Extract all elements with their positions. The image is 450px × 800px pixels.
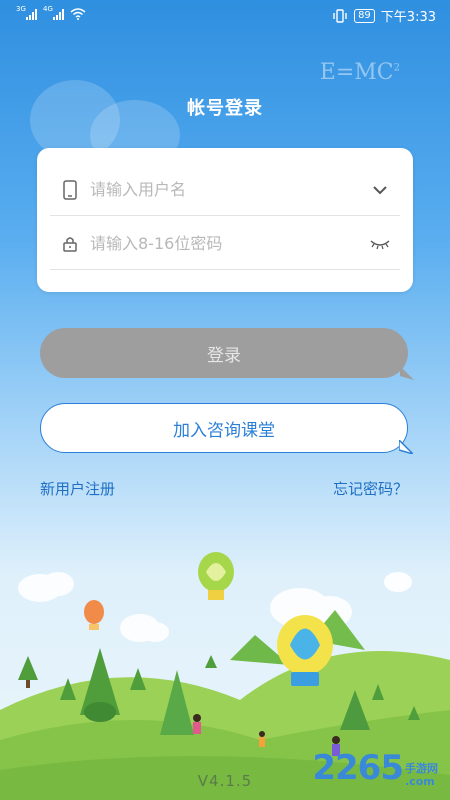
eye-closed-icon[interactable] bbox=[360, 238, 400, 250]
login-button-label: 登录 bbox=[207, 345, 241, 366]
lock-icon bbox=[50, 236, 90, 252]
network-type-label: 4G bbox=[43, 5, 53, 13]
signal-icon: 3G bbox=[16, 5, 37, 20]
forgot-password-link[interactable]: 忘记密码？ bbox=[333, 478, 408, 499]
watermark-brand: 2265 bbox=[312, 748, 404, 788]
vibrate-icon bbox=[333, 8, 347, 23]
watermark-logo: 2265 手游网 .com bbox=[312, 748, 438, 788]
wifi-icon bbox=[70, 8, 86, 20]
chevron-down-icon[interactable] bbox=[360, 185, 400, 195]
formula-decor: E=MC2 bbox=[319, 60, 400, 85]
watermark-suffix: 手游网 bbox=[405, 762, 438, 775]
signal-icon: 4G bbox=[43, 5, 64, 20]
clock: 下午3:33 bbox=[380, 10, 436, 25]
password-row bbox=[50, 218, 400, 270]
page-title: 帐号登录 bbox=[187, 98, 263, 119]
bubble-tail-icon bbox=[400, 366, 414, 380]
join-class-button[interactable]: 加入咨询课堂 bbox=[40, 403, 413, 454]
bubble-tail-icon bbox=[399, 440, 413, 454]
username-row bbox=[50, 164, 400, 216]
battery-indicator: 89 bbox=[354, 8, 375, 23]
phone-icon bbox=[50, 179, 90, 200]
status-bar: 3G 4G 89 下午3:33 bbox=[0, 0, 450, 32]
login-form-card bbox=[37, 148, 413, 292]
network-type-label: 3G bbox=[16, 5, 26, 13]
username-input[interactable] bbox=[90, 180, 360, 199]
login-button[interactable]: 登录 bbox=[40, 328, 414, 380]
watermark-domain: .com bbox=[405, 775, 435, 788]
join-class-button-label: 加入咨询课堂 bbox=[173, 420, 275, 441]
password-input[interactable] bbox=[90, 234, 360, 253]
auth-links: 新用户注册 忘记密码？ bbox=[40, 478, 408, 499]
register-link[interactable]: 新用户注册 bbox=[40, 478, 115, 499]
